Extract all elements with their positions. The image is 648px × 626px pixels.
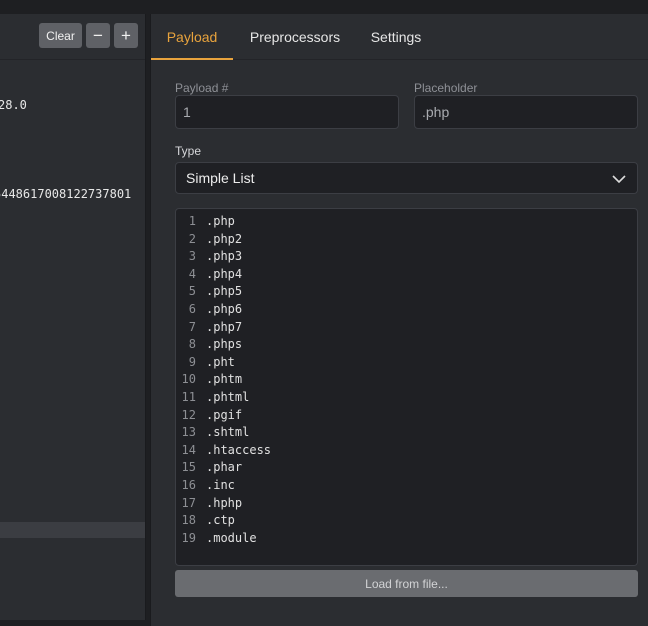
line-number: 18 <box>181 513 196 528</box>
payload-value: .ctp <box>206 513 235 528</box>
line-number: 17 <box>181 495 196 510</box>
request-line: 5448617008122737801 <box>0 187 132 201</box>
payload-value: .hphp <box>206 495 243 510</box>
line-number: 7 <box>188 319 196 334</box>
placeholder-input[interactable] <box>414 95 638 129</box>
payload-value: .php2 <box>206 231 243 246</box>
list-item: 11 .phtml <box>176 390 636 407</box>
list-item: 3 .php3 <box>176 249 636 266</box>
decrease-font-button[interactable]: − <box>86 23 110 48</box>
payload-value: .php5 <box>206 284 243 299</box>
list-item: 9 .pht <box>176 355 636 372</box>
list-item: 18 .ctp <box>176 513 636 530</box>
payload-list-editor[interactable]: 1 .php 2 .php2 3 .php3 4 .php4 5 .php5 6 .php6 7 .php… <box>175 208 638 566</box>
payload-value: .php4 <box>206 266 243 281</box>
type-label: Type <box>175 144 202 158</box>
list-item: 14 .htaccess <box>176 443 636 460</box>
payload-value: .pht <box>206 354 235 369</box>
payload-value: .php7 <box>206 319 243 334</box>
line-number: 14 <box>181 442 196 457</box>
load-from-file-button[interactable]: Load from file... <box>175 570 638 597</box>
payload-value: .phps <box>206 337 243 352</box>
payload-value: .php6 <box>206 302 243 316</box>
list-item: 5 .php5 <box>176 284 636 301</box>
list-item: 15 .phar <box>176 460 636 477</box>
payload-number-label: Payload # <box>175 81 229 95</box>
request-line: 28.0 <box>0 98 27 112</box>
payload-value: .php3 <box>206 249 243 264</box>
line-number: 5 <box>188 284 196 299</box>
payload-pane: Payload Preprocessors Settings Payload #… <box>150 14 648 626</box>
tab-settings[interactable]: Settings <box>361 14 431 60</box>
list-item: 8 .phps <box>176 337 636 354</box>
line-number: 19 <box>181 530 196 545</box>
line-number: 16 <box>181 478 196 492</box>
payload-value: .pgif <box>206 407 243 422</box>
list-item: 7 .php7 <box>176 320 636 337</box>
list-item: 17 .hphp <box>176 496 636 513</box>
list-item: 2 .php2 <box>176 232 636 249</box>
line-number: 12 <box>181 407 196 422</box>
tab-bar: Payload Preprocessors Settings <box>151 14 648 60</box>
list-item: 4 .php4 <box>176 267 636 284</box>
line-number: 11 <box>181 390 196 404</box>
line-number: 8 <box>188 337 196 352</box>
payload-value: .shtml <box>206 425 250 440</box>
placeholder-label: Placeholder <box>414 81 478 95</box>
list-item: 12 .pgif <box>176 408 636 425</box>
line-number: 1 <box>188 214 196 228</box>
line-number: 6 <box>188 302 196 316</box>
list-item: 10 .phtm <box>176 372 636 389</box>
line-number: 13 <box>181 425 196 440</box>
payload-value: .phtm <box>206 372 243 387</box>
line-number: 2 <box>188 231 196 246</box>
request-toolbar: Clear − + <box>0 14 145 60</box>
line-number: 10 <box>181 372 196 387</box>
payload-number-input[interactable] <box>175 95 399 129</box>
tab-payload[interactable]: Payload <box>151 14 233 60</box>
line-number: 15 <box>181 460 196 475</box>
list-item: 13 .shtml <box>176 425 636 442</box>
selected-line-highlight <box>0 522 145 538</box>
payload-value: .php <box>206 214 235 228</box>
list-item: 6 .php6 <box>176 302 636 319</box>
list-item: 19 .module <box>176 531 636 548</box>
payload-value: .module <box>206 530 257 545</box>
payload-value: .phtml <box>206 390 250 404</box>
payload-value: .inc <box>206 478 235 492</box>
clear-button[interactable]: Clear <box>39 23 82 48</box>
line-number: 9 <box>188 354 196 369</box>
list-item: 1 .php <box>176 214 636 231</box>
line-number: 3 <box>188 249 196 264</box>
line-number: 4 <box>188 266 196 281</box>
payload-value: .htaccess <box>206 442 272 457</box>
type-select[interactable]: Simple List <box>175 162 638 194</box>
list-item: 16 .inc <box>176 478 636 495</box>
increase-font-button[interactable]: + <box>114 23 138 48</box>
chevron-down-icon <box>612 175 626 184</box>
type-select-value: Simple List <box>186 170 255 186</box>
request-pane: Clear − + 28.0 5448617008122737801 <box>0 14 146 620</box>
payload-value: .phar <box>206 460 243 475</box>
tab-preprocessors[interactable]: Preprocessors <box>239 14 351 60</box>
